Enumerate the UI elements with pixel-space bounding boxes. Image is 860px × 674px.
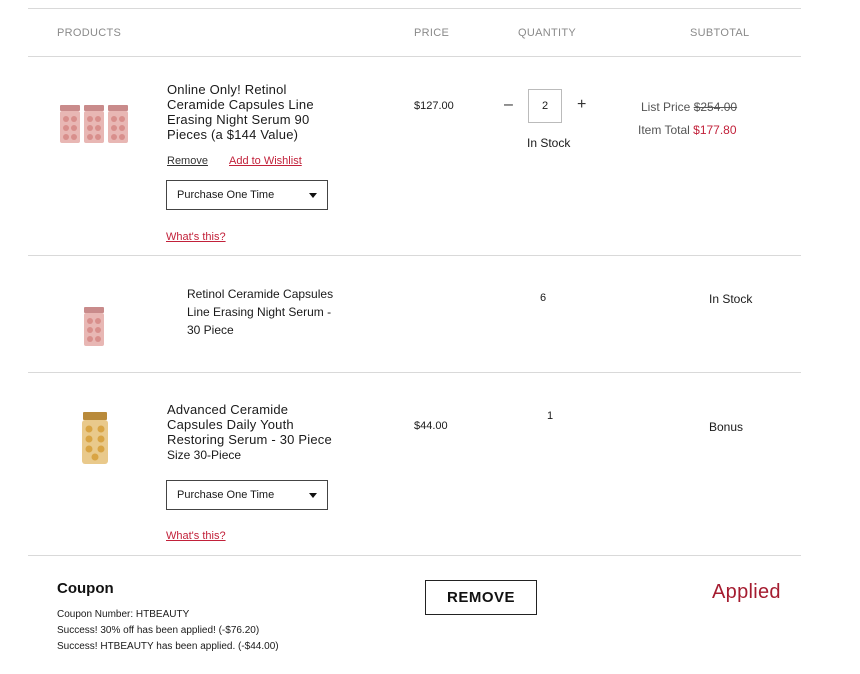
product-title-line: Line Erasing Night Serum - <box>187 305 332 319</box>
item-total-label: Item Total <box>638 123 690 137</box>
coupon-success-message: Success! 30% off has been applied! (-$76… <box>57 625 260 636</box>
product-title-line: 30 Piece <box>187 323 234 337</box>
list-price-label: List Price <box>641 100 691 114</box>
divider <box>28 56 801 57</box>
product-size: Size 30-Piece <box>167 448 242 462</box>
remove-item-link[interactable]: Remove <box>167 155 208 167</box>
chevron-down-icon <box>309 493 317 498</box>
chevron-down-icon <box>309 193 317 198</box>
whats-this-link[interactable]: What's this? <box>166 231 226 243</box>
quantity-value: 1 <box>547 410 554 422</box>
product-title-line: Ceramide Capsules Line <box>167 97 314 112</box>
product-title: Retinol Ceramide Capsules Line Erasing N… <box>187 285 333 339</box>
stock-status: In Stock <box>527 136 571 150</box>
product-title-line: Erasing Night Serum 90 <box>167 112 310 127</box>
purchase-option-select[interactable]: Purchase One Time <box>166 480 328 510</box>
product-title-link[interactable]: Online Only! Retinol Ceramide Capsules L… <box>167 82 314 142</box>
divider <box>28 255 801 256</box>
header-price: PRICE <box>414 27 450 39</box>
coupon-applied-status: Applied <box>712 581 781 603</box>
retinol-capsules-jars-icon[interactable] <box>58 103 130 150</box>
quantity-value: 2 <box>541 100 549 112</box>
header-subtotal: SUBTOTAL <box>690 27 750 39</box>
whats-this-link[interactable]: What's this? <box>166 530 226 542</box>
divider <box>28 8 801 9</box>
product-title-line: Capsules Daily Youth <box>167 417 294 432</box>
quantity-value: 6 <box>540 292 547 304</box>
retinol-capsules-jar-icon <box>82 306 106 353</box>
quantity-increase-button[interactable]: + <box>577 96 586 114</box>
product-title-line: Retinol Ceramide Capsules <box>187 287 334 301</box>
purchase-option-value: Purchase One Time <box>177 489 275 501</box>
item-price: $127.00 <box>414 100 454 112</box>
header-quantity: QUANTITY <box>518 27 577 39</box>
item-price: $44.00 <box>414 420 448 432</box>
quantity-decrease-button[interactable]: – <box>504 96 513 114</box>
list-price: List Price $254.00 <box>641 100 737 114</box>
list-price-value: $254.00 <box>693 100 738 114</box>
purchase-option-value: Purchase One Time <box>177 189 275 201</box>
product-title-line: Restoring Serum - 30 Piece <box>167 432 332 447</box>
divider <box>28 372 801 373</box>
purchase-option-select[interactable]: Purchase One Time <box>166 180 328 210</box>
item-total: Item Total $177.80 <box>638 123 737 137</box>
stock-status: In Stock <box>709 292 753 306</box>
quantity-input[interactable]: 2 <box>528 89 562 123</box>
divider <box>28 555 801 556</box>
product-title-line: Pieces (a $144 Value) <box>167 127 299 142</box>
bonus-status: Bonus <box>709 420 744 434</box>
product-title-link[interactable]: Advanced Ceramide Capsules Daily Youth R… <box>167 402 332 447</box>
add-to-wishlist-link[interactable]: Add to Wishlist <box>229 155 302 167</box>
remove-coupon-button[interactable]: REMOVE <box>425 580 537 615</box>
coupon-number: Coupon Number: HTBEAUTY <box>57 609 190 620</box>
product-title-line: Online Only! Retinol <box>167 82 287 97</box>
coupon-success-message: Success! HTBEAUTY has been applied. (-$4… <box>57 641 279 652</box>
item-total-value: $177.80 <box>693 123 737 137</box>
coupon-title: Coupon <box>57 580 114 597</box>
product-title-line: Advanced Ceramide <box>167 402 289 417</box>
gold-capsules-jar-icon[interactable] <box>79 411 111 472</box>
header-products: PRODUCTS <box>57 27 122 39</box>
